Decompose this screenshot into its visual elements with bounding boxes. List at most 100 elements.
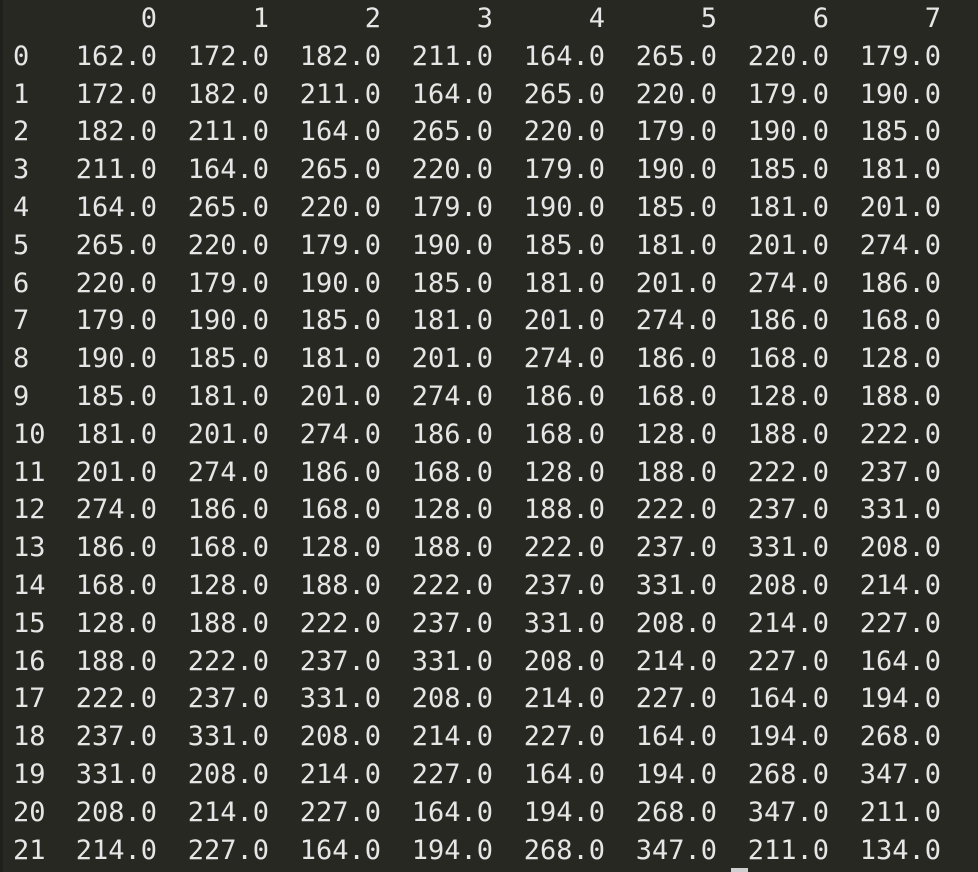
- table-cell: 185.0: [635, 191, 717, 223]
- table-cell: 179.0: [187, 267, 269, 299]
- table-row: 9 185.0 181.0 201.0 274.0 186.0 168.0 128.0 188.…: [0, 378, 978, 416]
- table-cell: 164.0: [299, 116, 381, 148]
- table-cell: 181.0: [411, 305, 493, 337]
- table-cell: 214.0: [523, 683, 605, 715]
- table-cell: 190.0: [859, 78, 941, 110]
- table-cell: 331.0: [75, 758, 157, 790]
- table-cell: 214.0: [187, 796, 269, 828]
- table-cell: 220.0: [299, 191, 381, 223]
- table-cell: 186.0: [411, 418, 493, 450]
- table-cell: 222.0: [747, 456, 829, 488]
- table-row: 5 265.0 220.0 179.0 190.0 185.0 181.0 201.0 274.…: [0, 227, 978, 265]
- row-index: 20: [13, 796, 46, 828]
- row-index: 2: [13, 116, 30, 148]
- table-row: 0 162.0 172.0 182.0 211.0 164.0 265.0 220.0 179.…: [0, 38, 978, 76]
- table-cell: 201.0: [411, 343, 493, 375]
- row-index: 19: [13, 758, 46, 790]
- table-cell: 194.0: [635, 758, 717, 790]
- table-cell: 265.0: [299, 154, 381, 186]
- table-cell: 237.0: [75, 721, 157, 753]
- table-cell: 185.0: [411, 267, 493, 299]
- table-cell: 168.0: [75, 569, 157, 601]
- table-cell: 164.0: [635, 721, 717, 753]
- table-row: 19 331.0 208.0 214.0 227.0 164.0 194.0 268.0 347…: [0, 756, 978, 794]
- table-cell: 227.0: [523, 721, 605, 753]
- table-cell: 172.0: [75, 78, 157, 110]
- table-cell: 162.0: [75, 40, 157, 72]
- table-cell: 128.0: [75, 607, 157, 639]
- table-cell: 237.0: [411, 607, 493, 639]
- row-index: 11: [13, 456, 46, 488]
- table-cell: 265.0: [411, 116, 493, 148]
- table-cell: 274.0: [747, 267, 829, 299]
- table-cell: 201.0: [299, 380, 381, 412]
- row-index: 18: [13, 721, 46, 753]
- table-cell: 190.0: [299, 267, 381, 299]
- table-cell: 188.0: [187, 607, 269, 639]
- table-cell: 168.0: [299, 494, 381, 526]
- table-cell: 331.0: [411, 645, 493, 677]
- table-row: 11 201.0 274.0 186.0 168.0 128.0 188.0 222.0 237…: [0, 454, 978, 492]
- table-cell: 331.0: [859, 494, 941, 526]
- table-cell: 190.0: [523, 191, 605, 223]
- table-cell: 222.0: [411, 569, 493, 601]
- table-cell: 220.0: [75, 267, 157, 299]
- row-index: 12: [13, 494, 46, 526]
- table-cell: 220.0: [523, 116, 605, 148]
- table-cell: 211.0: [299, 78, 381, 110]
- table-cell: 227.0: [299, 796, 381, 828]
- table-cell: 274.0: [635, 305, 717, 337]
- table-cell: 128.0: [523, 456, 605, 488]
- table-cell: 179.0: [635, 116, 717, 148]
- table-cell: 237.0: [523, 569, 605, 601]
- column-header-0: 0: [140, 3, 157, 34]
- table-cell: 274.0: [75, 494, 157, 526]
- table-cell: 211.0: [859, 796, 941, 828]
- table-cell: 237.0: [859, 456, 941, 488]
- table-cell: 208.0: [523, 645, 605, 677]
- table-cell: 237.0: [747, 494, 829, 526]
- table-cell: 222.0: [75, 683, 157, 715]
- table-cell: 188.0: [859, 380, 941, 412]
- table-cell: 179.0: [523, 154, 605, 186]
- table-cell: 347.0: [747, 796, 829, 828]
- table-cell: 274.0: [859, 229, 941, 261]
- table-cell: 164.0: [747, 683, 829, 715]
- table-cell: 164.0: [523, 758, 605, 790]
- table-cell: 211.0: [747, 834, 829, 866]
- table-row: 8 190.0 185.0 181.0 201.0 274.0 186.0 168.0 128.…: [0, 340, 978, 378]
- table-cell: 274.0: [411, 380, 493, 412]
- table-cell: 181.0: [747, 191, 829, 223]
- table-cell: 185.0: [523, 229, 605, 261]
- table-cell: 181.0: [523, 267, 605, 299]
- row-index: 13: [13, 532, 46, 564]
- table-cell: 220.0: [635, 78, 717, 110]
- table-cell: 208.0: [747, 569, 829, 601]
- table-cell: 222.0: [635, 494, 717, 526]
- table-cell: 227.0: [859, 607, 941, 639]
- table-cell: 188.0: [747, 418, 829, 450]
- table-cell: 181.0: [75, 418, 157, 450]
- dataframe-table: 01234567 0 162.0 172.0 182.0 211.0 164.0 265.0…: [0, 0, 978, 869]
- table-cell: 211.0: [187, 116, 269, 148]
- table-cell: 347.0: [635, 834, 717, 866]
- table-row: 3 211.0 164.0 265.0 220.0 179.0 190.0 185.0 181.…: [0, 151, 978, 189]
- table-cell: 268.0: [635, 796, 717, 828]
- row-index: 0: [13, 40, 30, 72]
- table-cell: 201.0: [187, 418, 269, 450]
- table-cell: 190.0: [187, 305, 269, 337]
- table-cell: 227.0: [411, 758, 493, 790]
- row-index: 9: [13, 380, 30, 412]
- table-cell: 182.0: [187, 78, 269, 110]
- table-cell: 164.0: [75, 191, 157, 223]
- table-cell: 194.0: [747, 721, 829, 753]
- table-cell: 164.0: [411, 78, 493, 110]
- table-cell: 186.0: [75, 532, 157, 564]
- table-cell: 190.0: [411, 229, 493, 261]
- table-cell: 227.0: [187, 834, 269, 866]
- table-cell: 185.0: [859, 116, 941, 148]
- table-cell: 164.0: [411, 796, 493, 828]
- table-cell: 265.0: [635, 40, 717, 72]
- table-cell: 128.0: [859, 343, 941, 375]
- terminal-output[interactable]: 01234567 0 162.0 172.0 182.0 211.0 164.0 265.0…: [0, 0, 978, 872]
